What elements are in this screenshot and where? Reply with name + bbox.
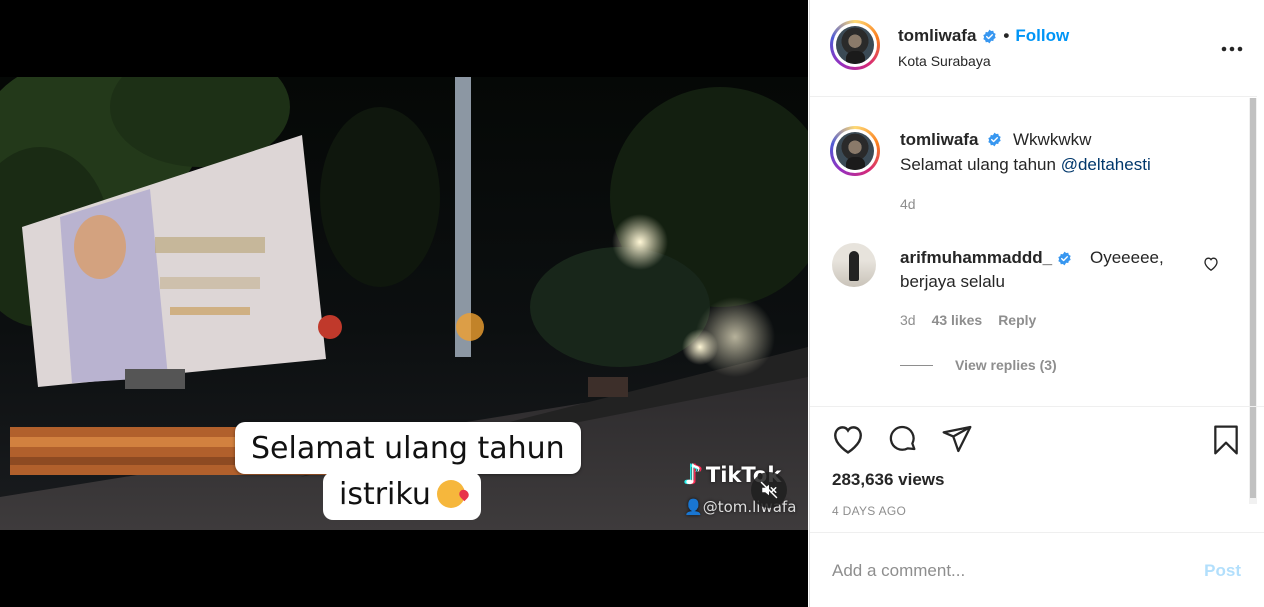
commenter-avatar[interactable]: [832, 243, 876, 287]
view-count[interactable]: 283,636 views: [832, 470, 944, 490]
comment-text-line2: berjaya selalu: [900, 272, 1005, 291]
reply-button[interactable]: Reply: [998, 312, 1036, 328]
post-date: 4 DAYS AGO: [832, 504, 907, 518]
author-avatar[interactable]: [830, 20, 880, 70]
mute-button[interactable]: [751, 472, 787, 508]
author-username[interactable]: tomliwafa: [898, 26, 976, 46]
commenter-name-row: arifmuhammaddd_: [900, 248, 1072, 268]
post-actions: 283,636 views 4 DAYS AGO: [810, 406, 1264, 532]
user-icon: 👤: [684, 498, 703, 516]
video-caption-line1: Selamat ulang tahun: [235, 422, 581, 474]
post-header: tomliwafa • Follow Kota Surabaya: [810, 0, 1257, 97]
video-caption-text2: istriku: [339, 477, 431, 512]
comment-like-heart-icon[interactable]: [1203, 256, 1219, 276]
video-caption-line2: istriku: [323, 472, 481, 520]
share-send-icon[interactable]: [940, 423, 974, 460]
comment-meta: 3d 43 likes Reply: [900, 312, 1036, 328]
commenter-username[interactable]: arifmuhammaddd_: [900, 248, 1052, 268]
comment-timestamp: 3d: [900, 312, 916, 328]
bookmark-save-icon[interactable]: [1210, 423, 1242, 462]
like-heart-icon[interactable]: [831, 423, 865, 460]
caption-text-prefix: Selamat ulang tahun: [900, 155, 1056, 174]
tiktok-logo-icon: ♪: [684, 458, 702, 491]
video-caption-text1: Selamat ulang tahun: [251, 431, 565, 466]
view-replies-label[interactable]: View replies (3): [955, 357, 1057, 373]
comment-input[interactable]: Add a comment...: [832, 561, 965, 581]
add-comment-bar: Add a comment... Post: [810, 532, 1264, 607]
post-location[interactable]: Kota Surabaya: [898, 53, 991, 69]
verified-badge-icon: [1058, 251, 1071, 265]
volume-muted-icon: [760, 481, 778, 499]
caption-text-line2: Selamat ulang tahun @deltahesti: [900, 155, 1151, 175]
verified-badge-icon: [983, 29, 997, 43]
kiss-emoji-icon: [436, 480, 465, 508]
caption-author-row: tomliwafa: [900, 130, 1002, 150]
caption-mention-link[interactable]: @deltahesti: [1061, 155, 1151, 174]
comment-bubble-icon[interactable]: [886, 423, 920, 460]
more-options-icon[interactable]: [1221, 34, 1243, 56]
caption-timestamp: 4d: [900, 196, 916, 212]
follow-button[interactable]: Follow: [1015, 26, 1069, 46]
caption-text-line1: Wkwkwkw: [1013, 130, 1092, 149]
comment-likes[interactable]: 43 likes: [932, 312, 983, 328]
comments-section[interactable]: tomliwafa Wkwkwkw Selamat ulang tahun @d…: [810, 98, 1257, 504]
caption-username[interactable]: tomliwafa: [900, 130, 978, 149]
replies-divider: [900, 364, 933, 366]
post-side-panel: tomliwafa • Follow Kota Surabaya tomliwa…: [809, 0, 1264, 607]
caption-author-avatar[interactable]: [830, 126, 880, 176]
post-comment-button[interactable]: Post: [1204, 561, 1241, 581]
post-media: Selamat ulang tahun istriku ♪ TikTok 👤@t…: [0, 0, 808, 607]
comment-text-line1: Oyeeeee,: [1090, 248, 1164, 267]
separator-dot: •: [1003, 26, 1010, 45]
view-replies-button[interactable]: View replies (3): [900, 357, 1057, 373]
author-name-row: tomliwafa • Follow: [898, 26, 1069, 46]
verified-badge-icon: [988, 132, 1001, 147]
